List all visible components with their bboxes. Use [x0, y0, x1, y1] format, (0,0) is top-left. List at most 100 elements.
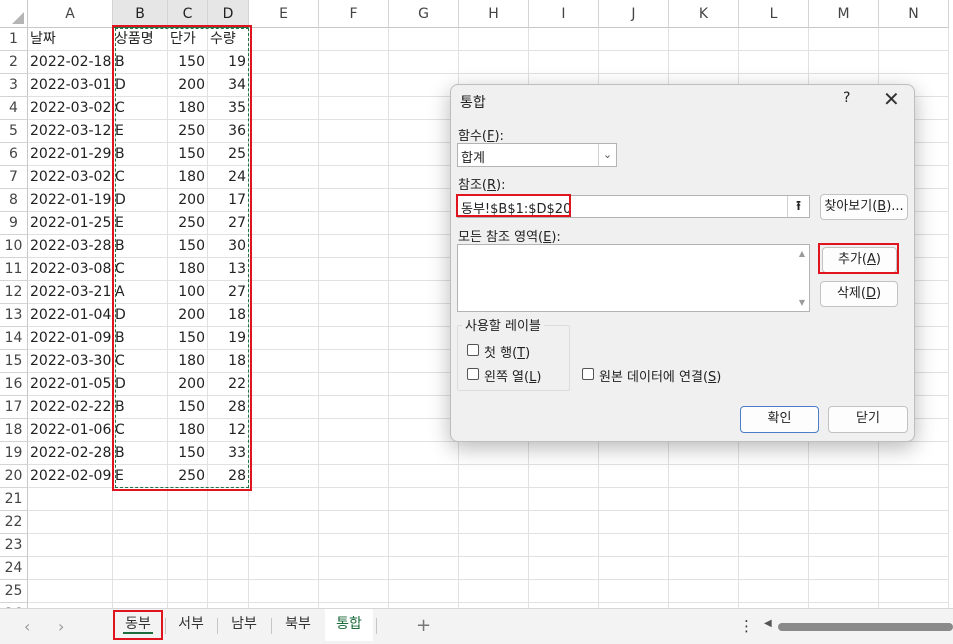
- next-sheet-icon[interactable]: ›: [58, 617, 64, 636]
- cell-empty[interactable]: [599, 488, 669, 511]
- cell-empty[interactable]: [879, 534, 949, 557]
- cell-empty[interactable]: [249, 281, 319, 304]
- cell-empty[interactable]: [739, 465, 809, 488]
- row-header[interactable]: 9: [0, 212, 28, 235]
- sheet-tab-nambu[interactable]: 남부: [219, 609, 269, 641]
- cell-empty[interactable]: [599, 442, 669, 465]
- cell-empty[interactable]: [389, 534, 459, 557]
- cell-empty[interactable]: [249, 465, 319, 488]
- cell-c21[interactable]: [168, 488, 208, 511]
- cell-empty[interactable]: [529, 511, 599, 534]
- cell-empty[interactable]: [599, 465, 669, 488]
- cell-empty[interactable]: [249, 419, 319, 442]
- row-header[interactable]: 17: [0, 396, 28, 419]
- cell-empty[interactable]: [319, 534, 389, 557]
- cell-empty[interactable]: [529, 580, 599, 603]
- left-column-checkbox[interactable]: [467, 368, 479, 380]
- cell-empty[interactable]: [879, 28, 949, 51]
- cell-empty[interactable]: [249, 327, 319, 350]
- cell-empty[interactable]: [389, 28, 459, 51]
- cell-empty[interactable]: [529, 557, 599, 580]
- column-header-c[interactable]: C: [168, 0, 208, 28]
- cell-empty[interactable]: [319, 189, 389, 212]
- browse-button[interactable]: 찾아보기(B)...: [820, 194, 908, 220]
- cell-empty[interactable]: [249, 442, 319, 465]
- cell-empty[interactable]: [739, 580, 809, 603]
- cell-empty[interactable]: [599, 534, 669, 557]
- cell-empty[interactable]: [249, 488, 319, 511]
- cell-empty[interactable]: [389, 281, 459, 304]
- cell-empty[interactable]: [389, 189, 459, 212]
- add-sheet-icon[interactable]: +: [416, 615, 431, 636]
- cell-empty[interactable]: [459, 488, 529, 511]
- cell-a4[interactable]: 2022-03-02: [28, 97, 113, 120]
- column-header-f[interactable]: F: [319, 0, 389, 28]
- link-source-checkbox[interactable]: [582, 368, 594, 380]
- cell-empty[interactable]: [739, 534, 809, 557]
- cell-empty[interactable]: [669, 534, 739, 557]
- cell-empty[interactable]: [599, 51, 669, 74]
- cell-empty[interactable]: [319, 166, 389, 189]
- cell-empty[interactable]: [529, 488, 599, 511]
- column-header-k[interactable]: K: [669, 0, 739, 28]
- list-scrollbar[interactable]: ▲ ▼: [793, 245, 809, 311]
- chevron-down-icon[interactable]: ⌄: [598, 144, 616, 166]
- cell-empty[interactable]: [389, 143, 459, 166]
- cell-empty[interactable]: [319, 511, 389, 534]
- row-header[interactable]: 25: [0, 580, 28, 603]
- cell-empty[interactable]: [249, 373, 319, 396]
- row-header[interactable]: 2: [0, 51, 28, 74]
- cell-empty[interactable]: [389, 327, 459, 350]
- cell-empty[interactable]: [669, 51, 739, 74]
- cell-c22[interactable]: [168, 511, 208, 534]
- row-header[interactable]: 14: [0, 327, 28, 350]
- cell-empty[interactable]: [319, 373, 389, 396]
- column-header-i[interactable]: I: [529, 0, 599, 28]
- cell-empty[interactable]: [459, 557, 529, 580]
- cell-empty[interactable]: [319, 120, 389, 143]
- cell-empty[interactable]: [319, 74, 389, 97]
- prev-sheet-icon[interactable]: ‹: [24, 617, 30, 636]
- cell-empty[interactable]: [529, 28, 599, 51]
- cell-b24[interactable]: [113, 557, 168, 580]
- cell-empty[interactable]: [389, 258, 459, 281]
- cell-empty[interactable]: [249, 120, 319, 143]
- cell-empty[interactable]: [249, 235, 319, 258]
- cell-c24[interactable]: [168, 557, 208, 580]
- column-header-m[interactable]: M: [809, 0, 879, 28]
- cell-empty[interactable]: [529, 465, 599, 488]
- cell-empty[interactable]: [739, 557, 809, 580]
- cell-d23[interactable]: [208, 534, 249, 557]
- cell-empty[interactable]: [879, 580, 949, 603]
- scroll-up-icon[interactable]: ▲: [799, 249, 805, 258]
- cell-empty[interactable]: [739, 511, 809, 534]
- cell-empty[interactable]: [249, 166, 319, 189]
- column-header-n[interactable]: N: [879, 0, 949, 28]
- cell-a6[interactable]: 2022-01-29: [28, 143, 113, 166]
- cell-empty[interactable]: [319, 304, 389, 327]
- cell-a19[interactable]: 2022-02-28: [28, 442, 113, 465]
- cell-empty[interactable]: [249, 97, 319, 120]
- cell-empty[interactable]: [319, 281, 389, 304]
- cell-c23[interactable]: [168, 534, 208, 557]
- select-all-corner[interactable]: [0, 0, 28, 28]
- cell-empty[interactable]: [809, 442, 879, 465]
- cell-empty[interactable]: [389, 166, 459, 189]
- all-references-list[interactable]: ▲ ▼: [457, 244, 810, 312]
- cell-empty[interactable]: [669, 580, 739, 603]
- row-header[interactable]: 24: [0, 557, 28, 580]
- column-header-a[interactable]: A: [28, 0, 113, 28]
- cell-a23[interactable]: [28, 534, 113, 557]
- row-header[interactable]: 19: [0, 442, 28, 465]
- cell-empty[interactable]: [599, 580, 669, 603]
- cell-empty[interactable]: [319, 235, 389, 258]
- row-header[interactable]: 1: [0, 28, 28, 51]
- cell-a24[interactable]: [28, 557, 113, 580]
- cell-empty[interactable]: [459, 28, 529, 51]
- cell-a12[interactable]: 2022-03-21: [28, 281, 113, 304]
- cell-empty[interactable]: [389, 304, 459, 327]
- cell-empty[interactable]: [879, 557, 949, 580]
- cell-empty[interactable]: [319, 580, 389, 603]
- cell-b23[interactable]: [113, 534, 168, 557]
- cell-empty[interactable]: [599, 557, 669, 580]
